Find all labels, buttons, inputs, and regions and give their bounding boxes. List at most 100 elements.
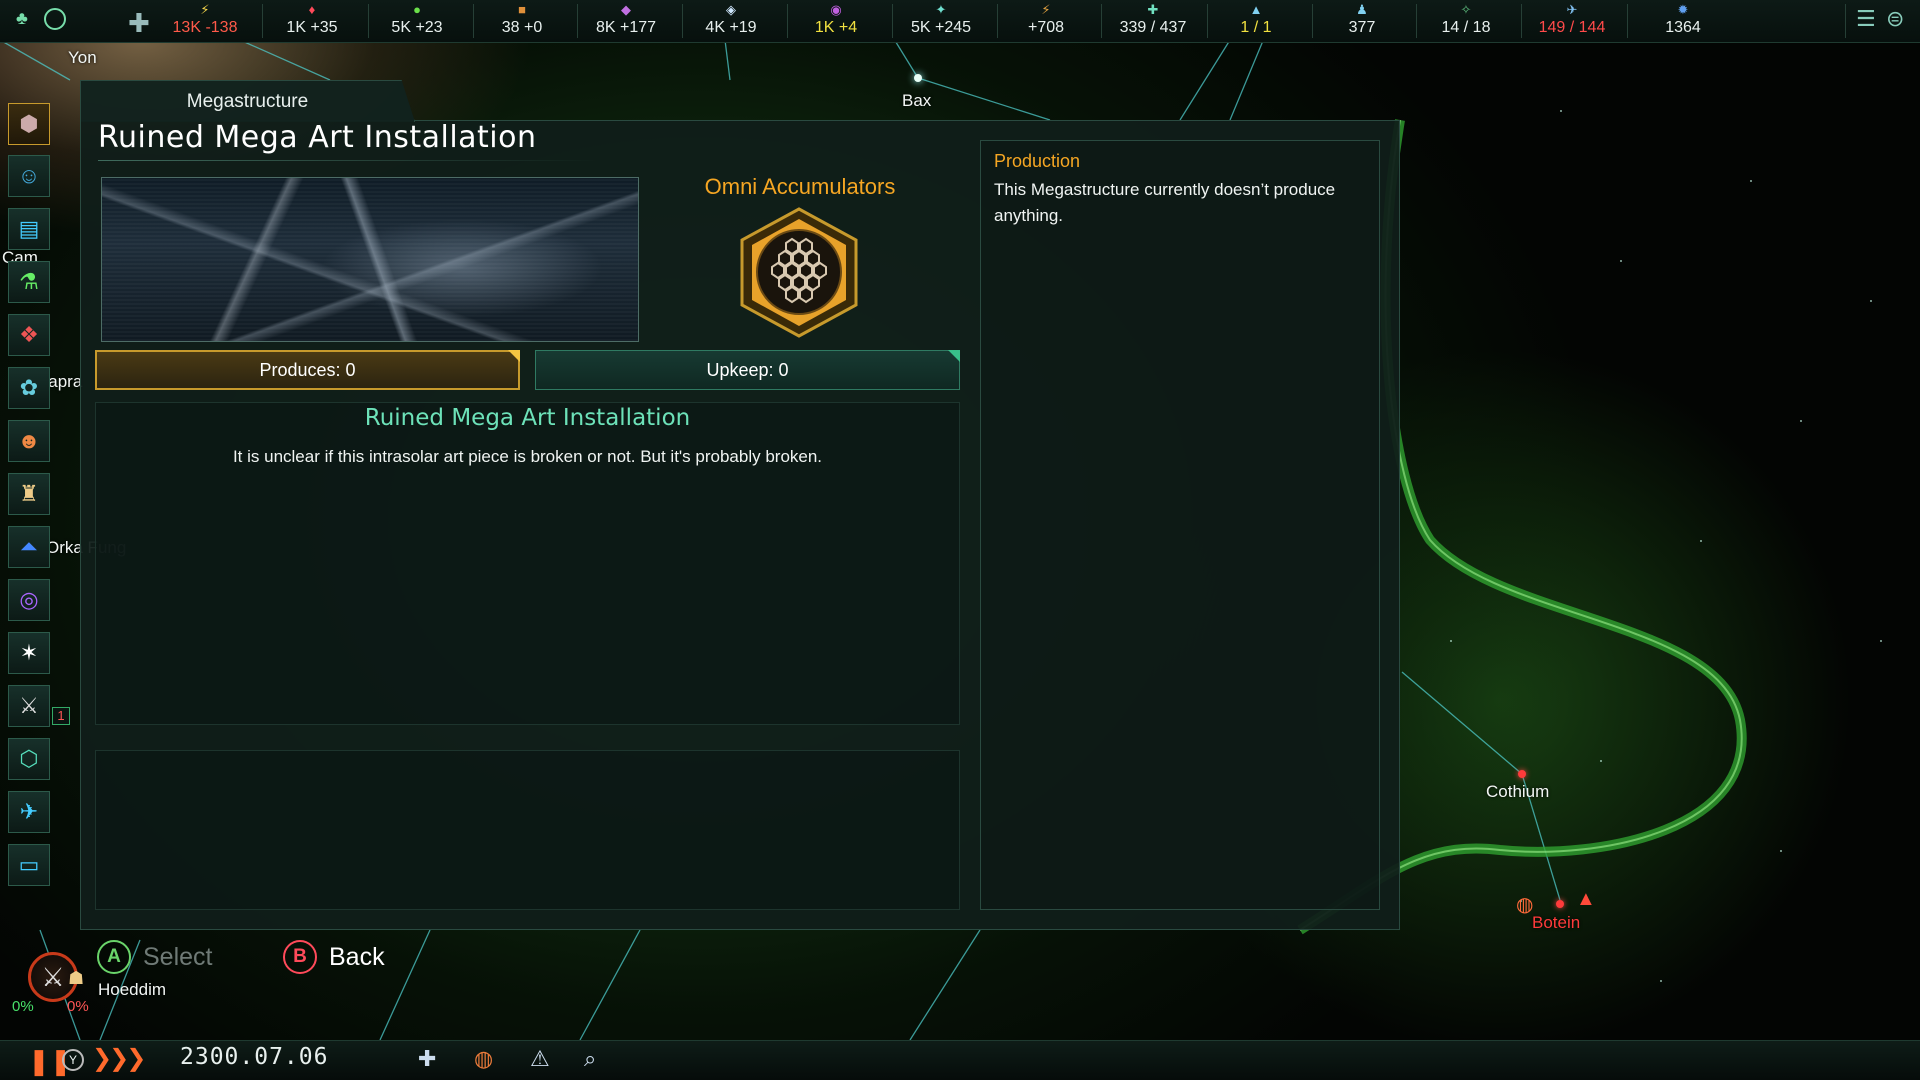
omni-accumulators-icon	[734, 205, 864, 340]
divider	[1845, 4, 1846, 38]
resource-food[interactable]: ● 5K +23	[377, 0, 457, 43]
settings-circle-icon[interactable]	[44, 8, 66, 30]
system-star-bax[interactable]	[914, 74, 922, 82]
food-icon: ●	[413, 2, 421, 17]
outliner-toggle-icon[interactable]: ✚	[128, 8, 150, 39]
search-icon[interactable]: ⌕	[584, 1046, 596, 1072]
market-icon: ❖	[19, 322, 39, 347]
resource-value: 377	[1348, 19, 1376, 36]
system-star-botein[interactable]	[1556, 900, 1564, 908]
title-divider	[98, 160, 598, 161]
species-icon: ✿	[19, 375, 39, 400]
sidebar-market-button[interactable]: ❖	[8, 314, 50, 356]
divider	[368, 4, 369, 38]
back-label: Back	[329, 942, 385, 971]
sidebar-wars-button[interactable]: ⚔	[8, 685, 50, 727]
sidebar-research-button[interactable]: ⚗	[8, 261, 50, 303]
b-button-icon: B	[283, 940, 317, 974]
research-icon: ✦	[935, 2, 947, 17]
planet-view-icon[interactable]: ◍	[474, 1046, 493, 1072]
tab-megastructure[interactable]: Megastructure	[80, 80, 415, 122]
divider	[577, 4, 578, 38]
resource-amenities[interactable]: ⚡ +708	[1006, 0, 1086, 43]
resource-value: +708	[1027, 19, 1065, 36]
game-speed-indicator[interactable]: ❯❯❯	[92, 1044, 146, 1073]
resource-value: 1K +35	[286, 19, 338, 36]
map-label-bax[interactable]: Bax	[902, 91, 931, 111]
resource-starbases[interactable]: ▲ 1 / 1	[1216, 0, 1296, 43]
resource-planets[interactable]: ♟ 377	[1322, 0, 1402, 43]
resource-alloys[interactable]: ◆ 8K +177	[586, 0, 666, 43]
map-label-cothium[interactable]: Cothium	[1486, 782, 1549, 802]
resource-value: 5K +245	[910, 19, 972, 36]
alloys-icon: ◆	[621, 2, 631, 17]
sidebar-messages-button[interactable]: ▭	[8, 844, 50, 886]
sidebar-galaxy-button[interactable]: ◎	[8, 579, 50, 621]
resource-unity[interactable]: ◉ 1K +4	[796, 0, 876, 43]
resource-pops[interactable]: ✚ 339 / 437	[1108, 0, 1198, 43]
resource-value: 1K +4	[814, 19, 858, 36]
resource-military-power[interactable]: ✹ 1364	[1643, 0, 1723, 43]
outliner-icon[interactable]: ✚	[418, 1046, 436, 1072]
menu-icon[interactable]: ☰	[1856, 6, 1876, 32]
produces-tab[interactable]: Produces: 0	[95, 350, 520, 390]
hostile-fleet-icon[interactable]: ▲	[1576, 888, 1596, 911]
planets-list-icon: ▤	[18, 216, 40, 241]
map-label-botein[interactable]: Botein	[1532, 913, 1580, 933]
megastructure-image	[101, 177, 639, 342]
details-panel	[95, 750, 960, 910]
unity-icon: ◉	[830, 2, 842, 17]
resource-research[interactable]: ✦ 5K +245	[901, 0, 981, 43]
ascension-icon: ⏶	[20, 534, 38, 559]
progress-percent-green: 0%	[12, 998, 34, 1015]
resource-systems[interactable]: ✧ 14 / 18	[1426, 0, 1506, 43]
game-date: 2300.07.06	[180, 1044, 329, 1070]
sidebar-planets-button[interactable]: ▤	[8, 208, 50, 250]
divider	[1312, 4, 1313, 38]
resource-fleet-capacity[interactable]: ✈ 149 / 144	[1527, 0, 1617, 43]
sidebar-megastructure-button[interactable]: ⬢	[8, 103, 50, 145]
sidebar-federation-button[interactable]: ✶	[8, 632, 50, 674]
resource-influence[interactable]: ◈ 4K +19	[691, 0, 771, 43]
resource-minerals[interactable]: ♦ 1K +35	[272, 0, 352, 43]
sidebar-species-button[interactable]: ✿	[8, 367, 50, 409]
description-text: It is unclear if this intrasolar art pie…	[232, 447, 823, 466]
production-text: This Megastructure currently doesn’t pro…	[994, 180, 1336, 225]
sidebar-leaders-button[interactable]: ♜	[8, 473, 50, 515]
map-label-hoeddim[interactable]: Hoeddim	[98, 980, 166, 1000]
sidebar-ascension-button[interactable]: ⏶	[8, 526, 50, 568]
empire-emblem-icon[interactable]: ♣	[16, 8, 28, 29]
resource-value: 1364	[1665, 19, 1701, 36]
production-panel	[980, 140, 1380, 910]
top-resource-bar: ♣ ✚ ⚡ 13K -138 ♦ 1K +35 ● 5K +23 ■ 38 +0…	[0, 0, 1920, 43]
robot-icon[interactable]: ☗	[68, 968, 84, 989]
divider	[682, 4, 683, 38]
wars-count-badge: 1	[52, 707, 70, 725]
divider	[1207, 4, 1208, 38]
amenities-icon: ⚡	[1041, 2, 1051, 17]
resource-value: 13K -138	[172, 19, 238, 36]
back-prompt[interactable]: B Back	[283, 940, 385, 974]
pops-icon: ✚	[1147, 2, 1159, 17]
options-icon[interactable]: ⊜	[1886, 6, 1904, 32]
a-button-icon: A	[97, 940, 131, 974]
hostile-planet-icon[interactable]: ◍	[1516, 892, 1533, 917]
sidebar-resources-button[interactable]: ⬡	[8, 738, 50, 780]
systems-icon: ✧	[1460, 2, 1472, 17]
divider	[1101, 4, 1102, 38]
system-star-cothium[interactable]	[1518, 770, 1526, 778]
sidebar-contacts-button[interactable]: ☺	[8, 155, 50, 197]
resource-consumer-goods[interactable]: ■ 38 +0	[482, 0, 562, 43]
sidebar-fleets-button[interactable]: ✈	[8, 791, 50, 833]
upkeep-label: Upkeep: 0	[706, 360, 789, 380]
resource-value: 1 / 1	[1240, 19, 1272, 36]
alert-icon[interactable]: ⚠	[530, 1046, 550, 1072]
resource-value: 5K +23	[391, 19, 443, 36]
select-prompt[interactable]: A Select	[97, 940, 212, 974]
map-label-yon[interactable]: Yon	[68, 48, 97, 68]
sidebar-traditions-button[interactable]: ☻	[8, 420, 50, 462]
divider	[997, 4, 998, 38]
resource-value: 339 / 437	[1119, 19, 1187, 36]
upkeep-tab[interactable]: Upkeep: 0	[535, 350, 960, 390]
resource-energy[interactable]: ⚡ 13K -138	[165, 0, 245, 43]
